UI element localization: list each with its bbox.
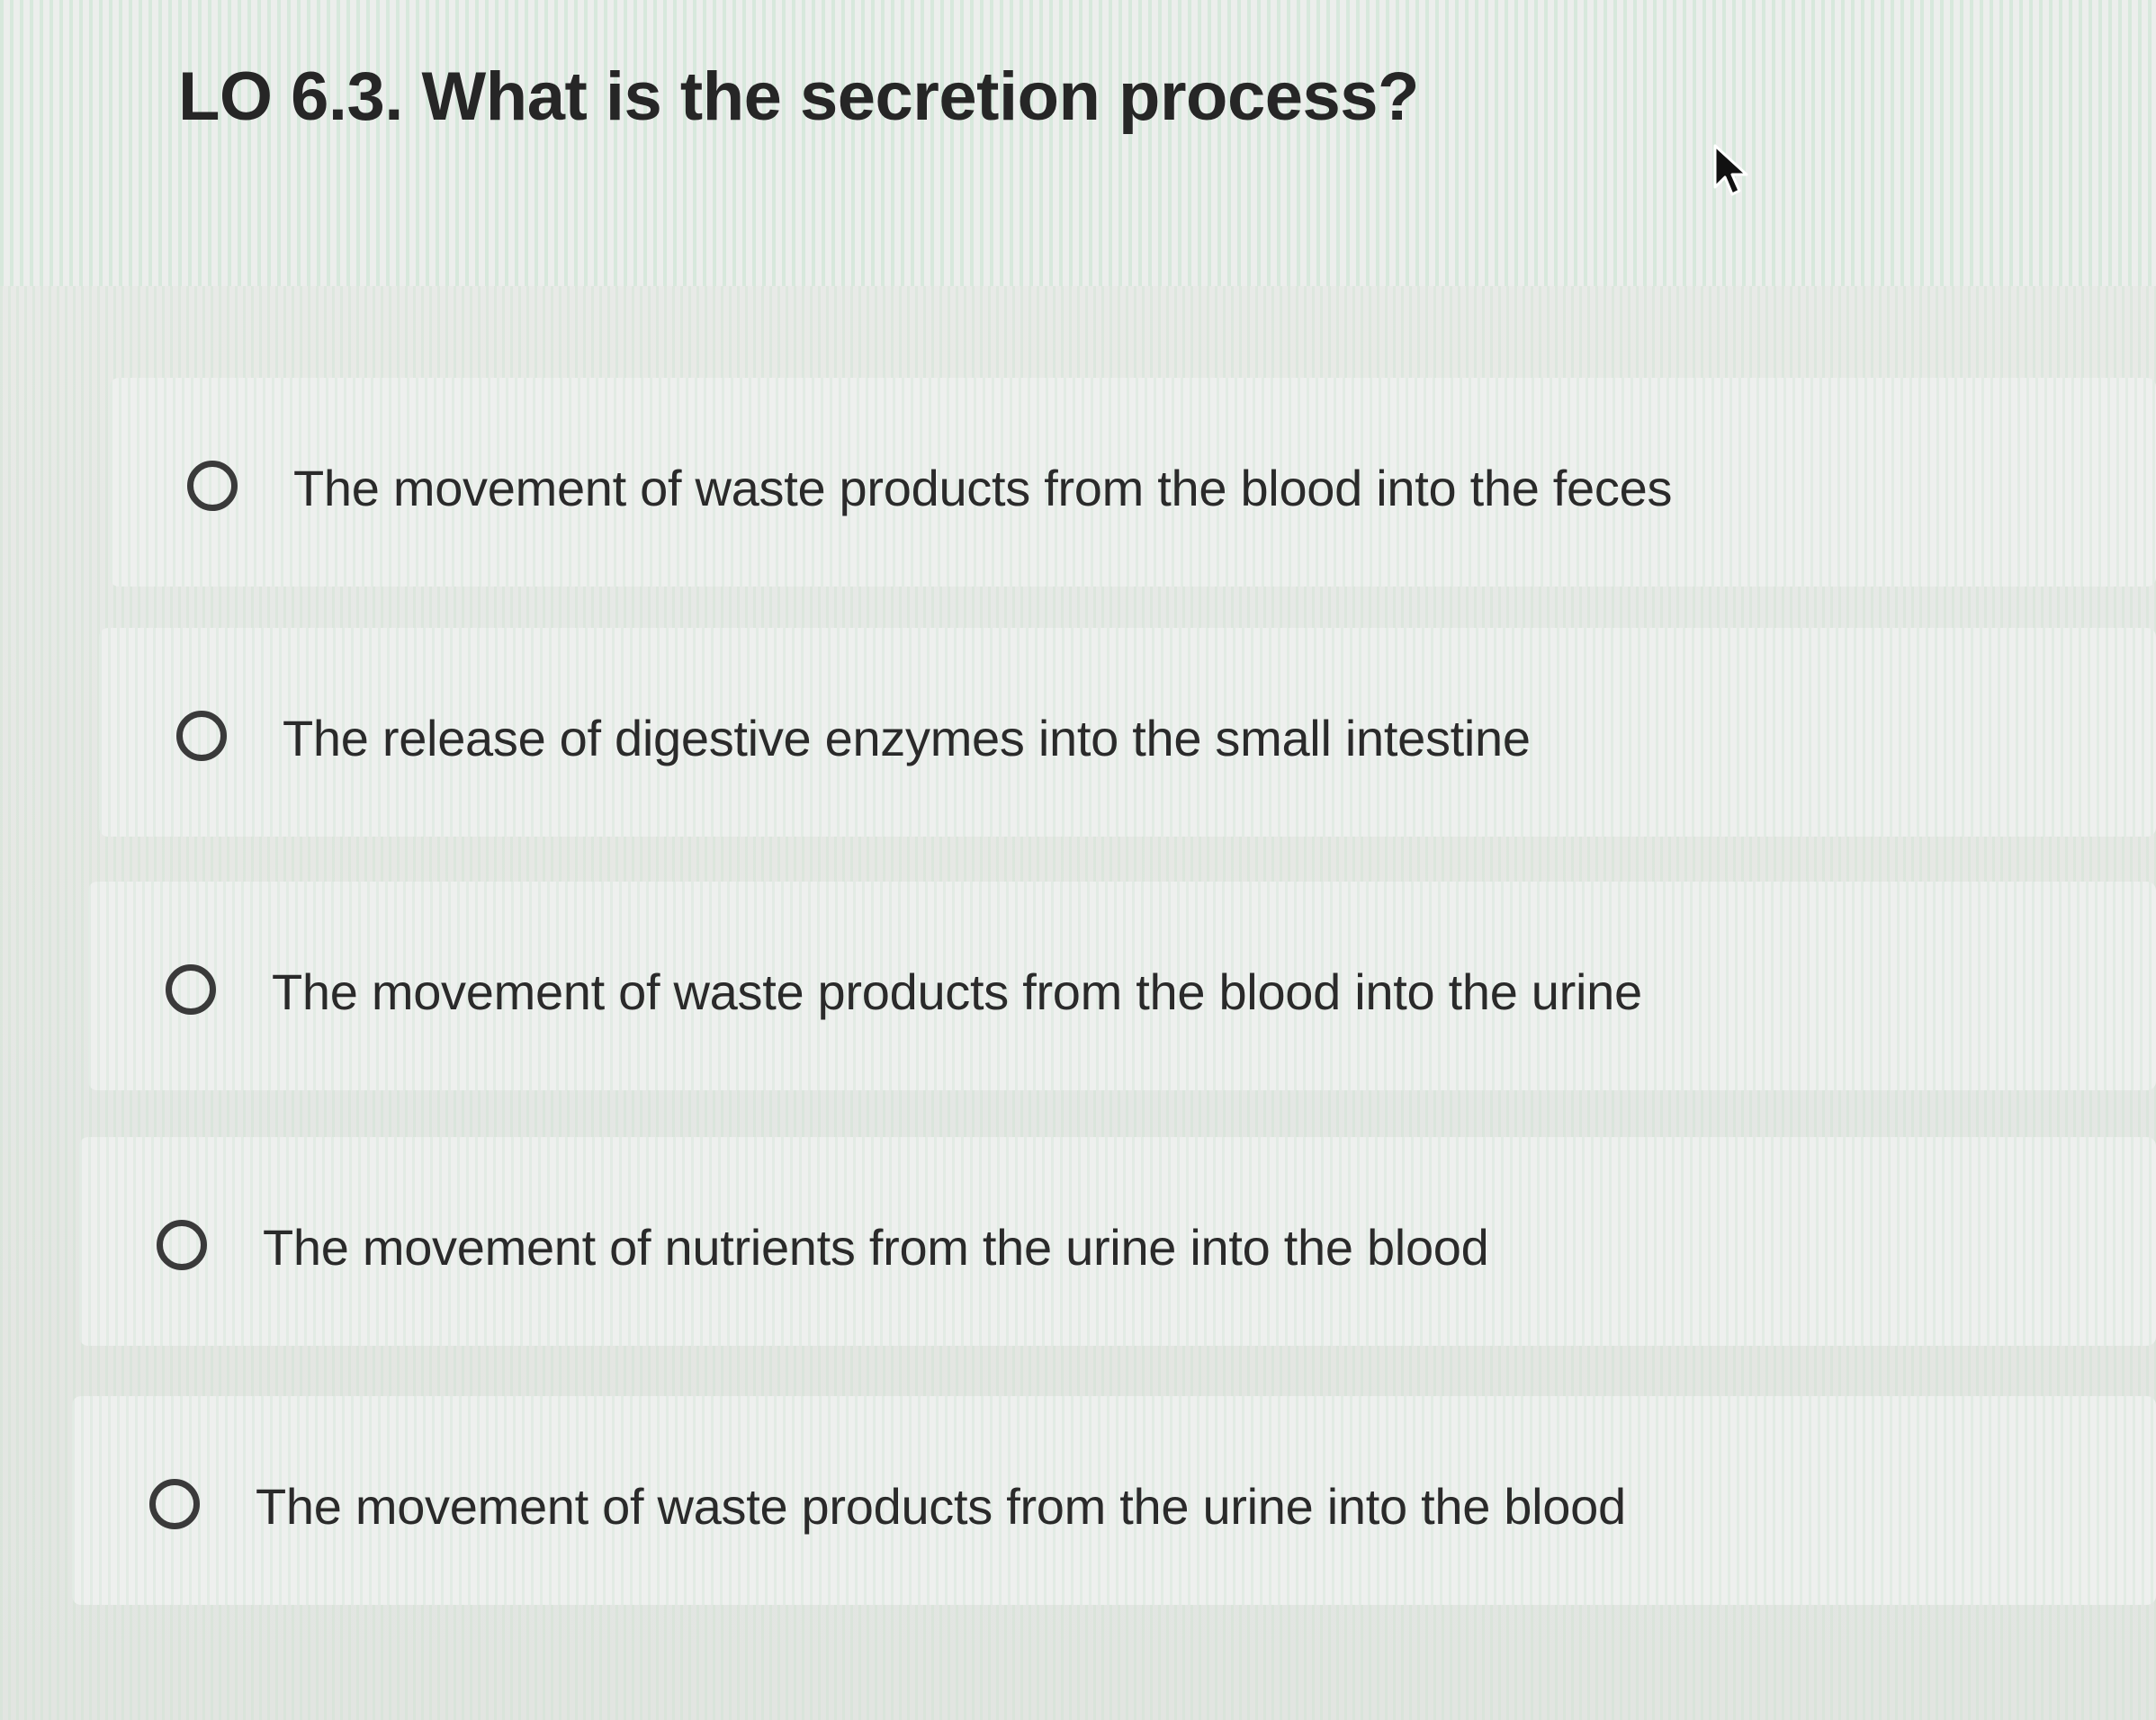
radio-unselected-icon[interactable] — [176, 711, 227, 761]
question-title: LO 6.3. What is the secretion process? — [178, 58, 1419, 135]
answer-label: The release of digestive enzymes into th… — [283, 710, 1531, 766]
answer-label: The movement of waste products from the … — [293, 460, 1673, 516]
radio-unselected-icon[interactable] — [187, 461, 238, 511]
answer-option-5[interactable]: The movement of waste products from the … — [72, 1396, 2156, 1605]
answer-option-3[interactable]: The movement of waste products from the … — [88, 882, 2156, 1090]
answer-label: The movement of nutrients from the urine… — [263, 1219, 1489, 1276]
mouse-pointer-icon — [1713, 144, 1748, 196]
radio-unselected-icon[interactable] — [166, 964, 216, 1015]
screen: LO 6.3. What is the secretion process? T… — [0, 0, 2156, 1720]
radio-unselected-icon[interactable] — [149, 1479, 200, 1529]
answer-label: The movement of waste products from the … — [256, 1478, 1626, 1535]
answer-option-2[interactable]: The release of digestive enzymes into th… — [99, 628, 2156, 837]
question-header: LO 6.3. What is the secretion process? — [0, 0, 2156, 286]
answer-option-1[interactable]: The movement of waste products from the … — [110, 378, 2156, 587]
radio-unselected-icon[interactable] — [157, 1220, 207, 1270]
answer-option-4[interactable]: The movement of nutrients from the urine… — [79, 1137, 2156, 1346]
answer-label: The movement of waste products from the … — [272, 963, 1642, 1020]
